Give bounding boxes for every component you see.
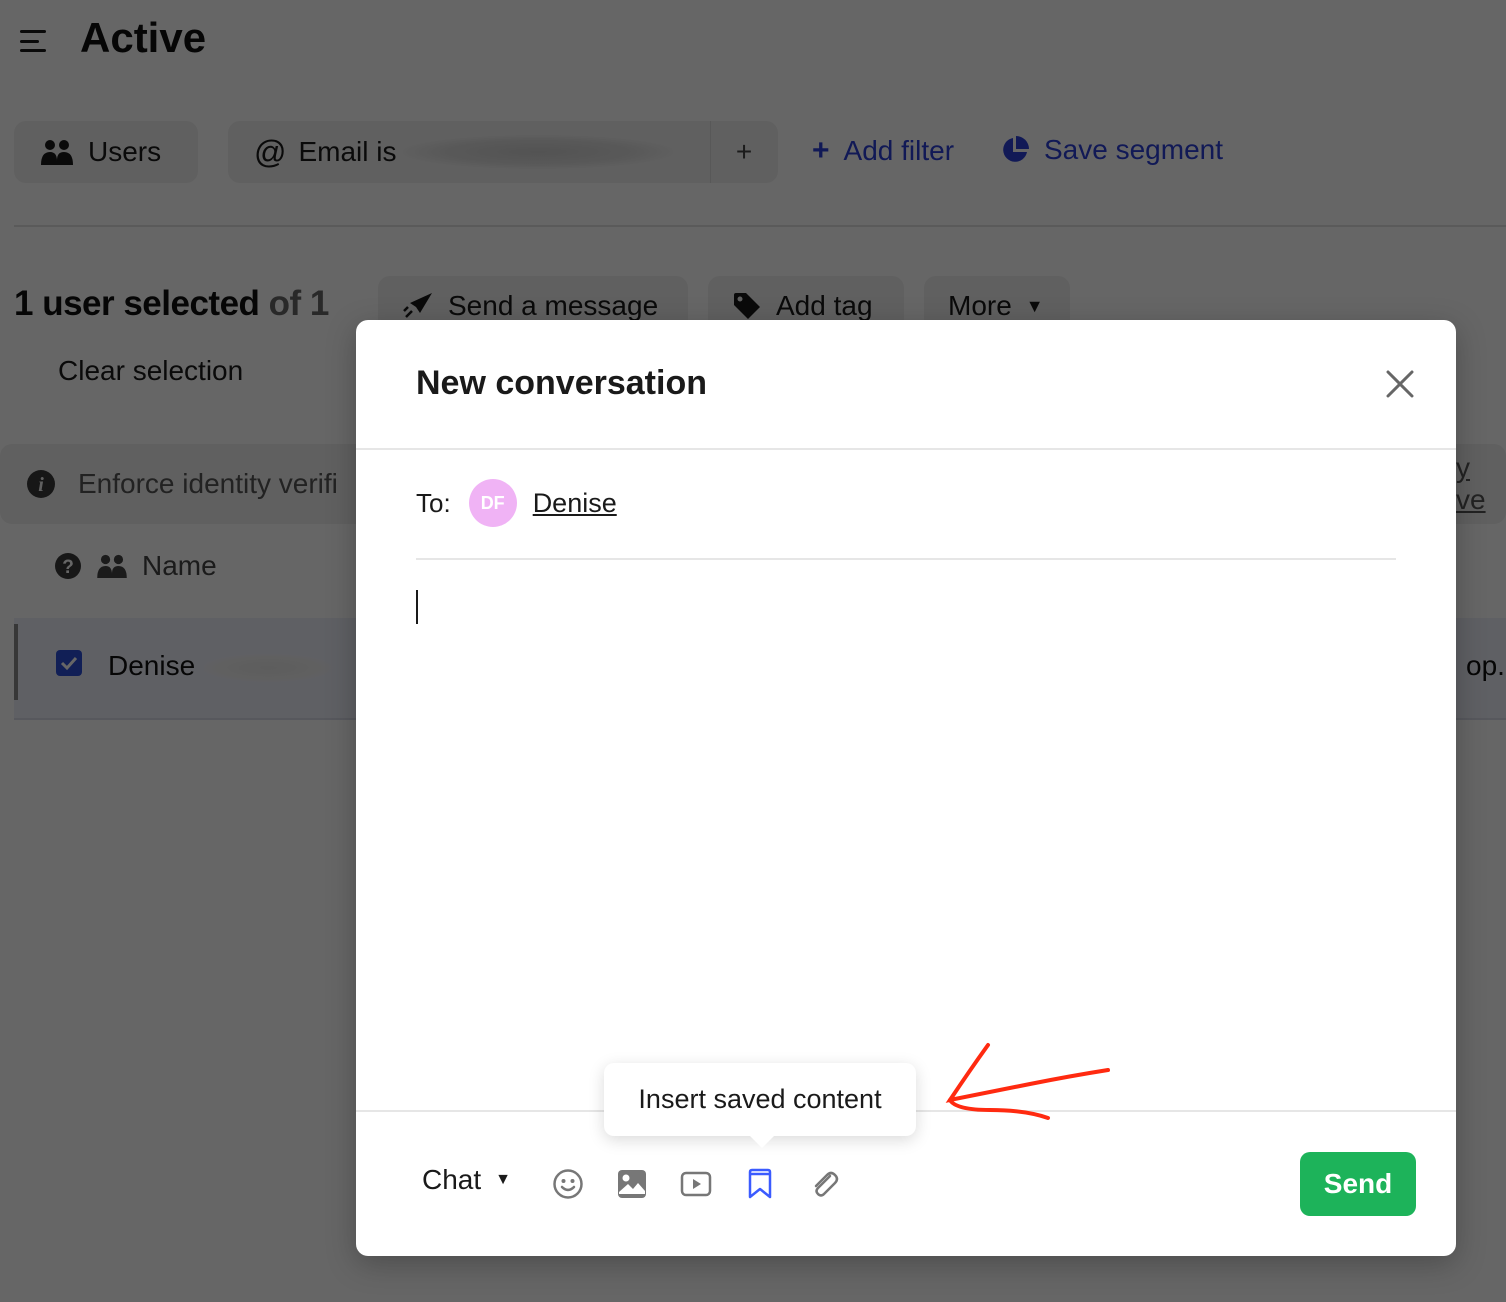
- text-cursor: [416, 590, 418, 624]
- caret-down-icon: ▼: [495, 1171, 511, 1188]
- bookmark-icon[interactable]: [744, 1168, 776, 1200]
- video-icon[interactable]: [680, 1168, 712, 1200]
- modal-title: New conversation: [416, 364, 707, 402]
- recipient-name: Denise: [532, 487, 617, 518]
- channel-select[interactable]: Chat ▼: [422, 1164, 511, 1196]
- emoji-icon[interactable]: [552, 1168, 584, 1200]
- redacted-surname: [617, 488, 747, 519]
- recipient-link[interactable]: Denise: [533, 488, 747, 519]
- send-button[interactable]: Send: [1300, 1152, 1416, 1216]
- close-icon[interactable]: [1384, 368, 1416, 400]
- avatar: DF: [468, 479, 517, 527]
- channel-label: Chat: [422, 1164, 482, 1195]
- composer-toolbar: Chat ▼ Send: [356, 1152, 1456, 1216]
- tooltip: Insert saved content: [604, 1063, 916, 1148]
- recipient-row: To: DF Denise: [416, 478, 747, 528]
- paperclip-icon[interactable]: [808, 1168, 840, 1200]
- divider: [416, 558, 1396, 560]
- image-icon[interactable]: [616, 1168, 648, 1200]
- annotation-arrow-icon: [945, 1043, 1110, 1120]
- divider: [356, 448, 1456, 450]
- to-label: To:: [416, 487, 451, 518]
- message-composer[interactable]: [416, 582, 1396, 1082]
